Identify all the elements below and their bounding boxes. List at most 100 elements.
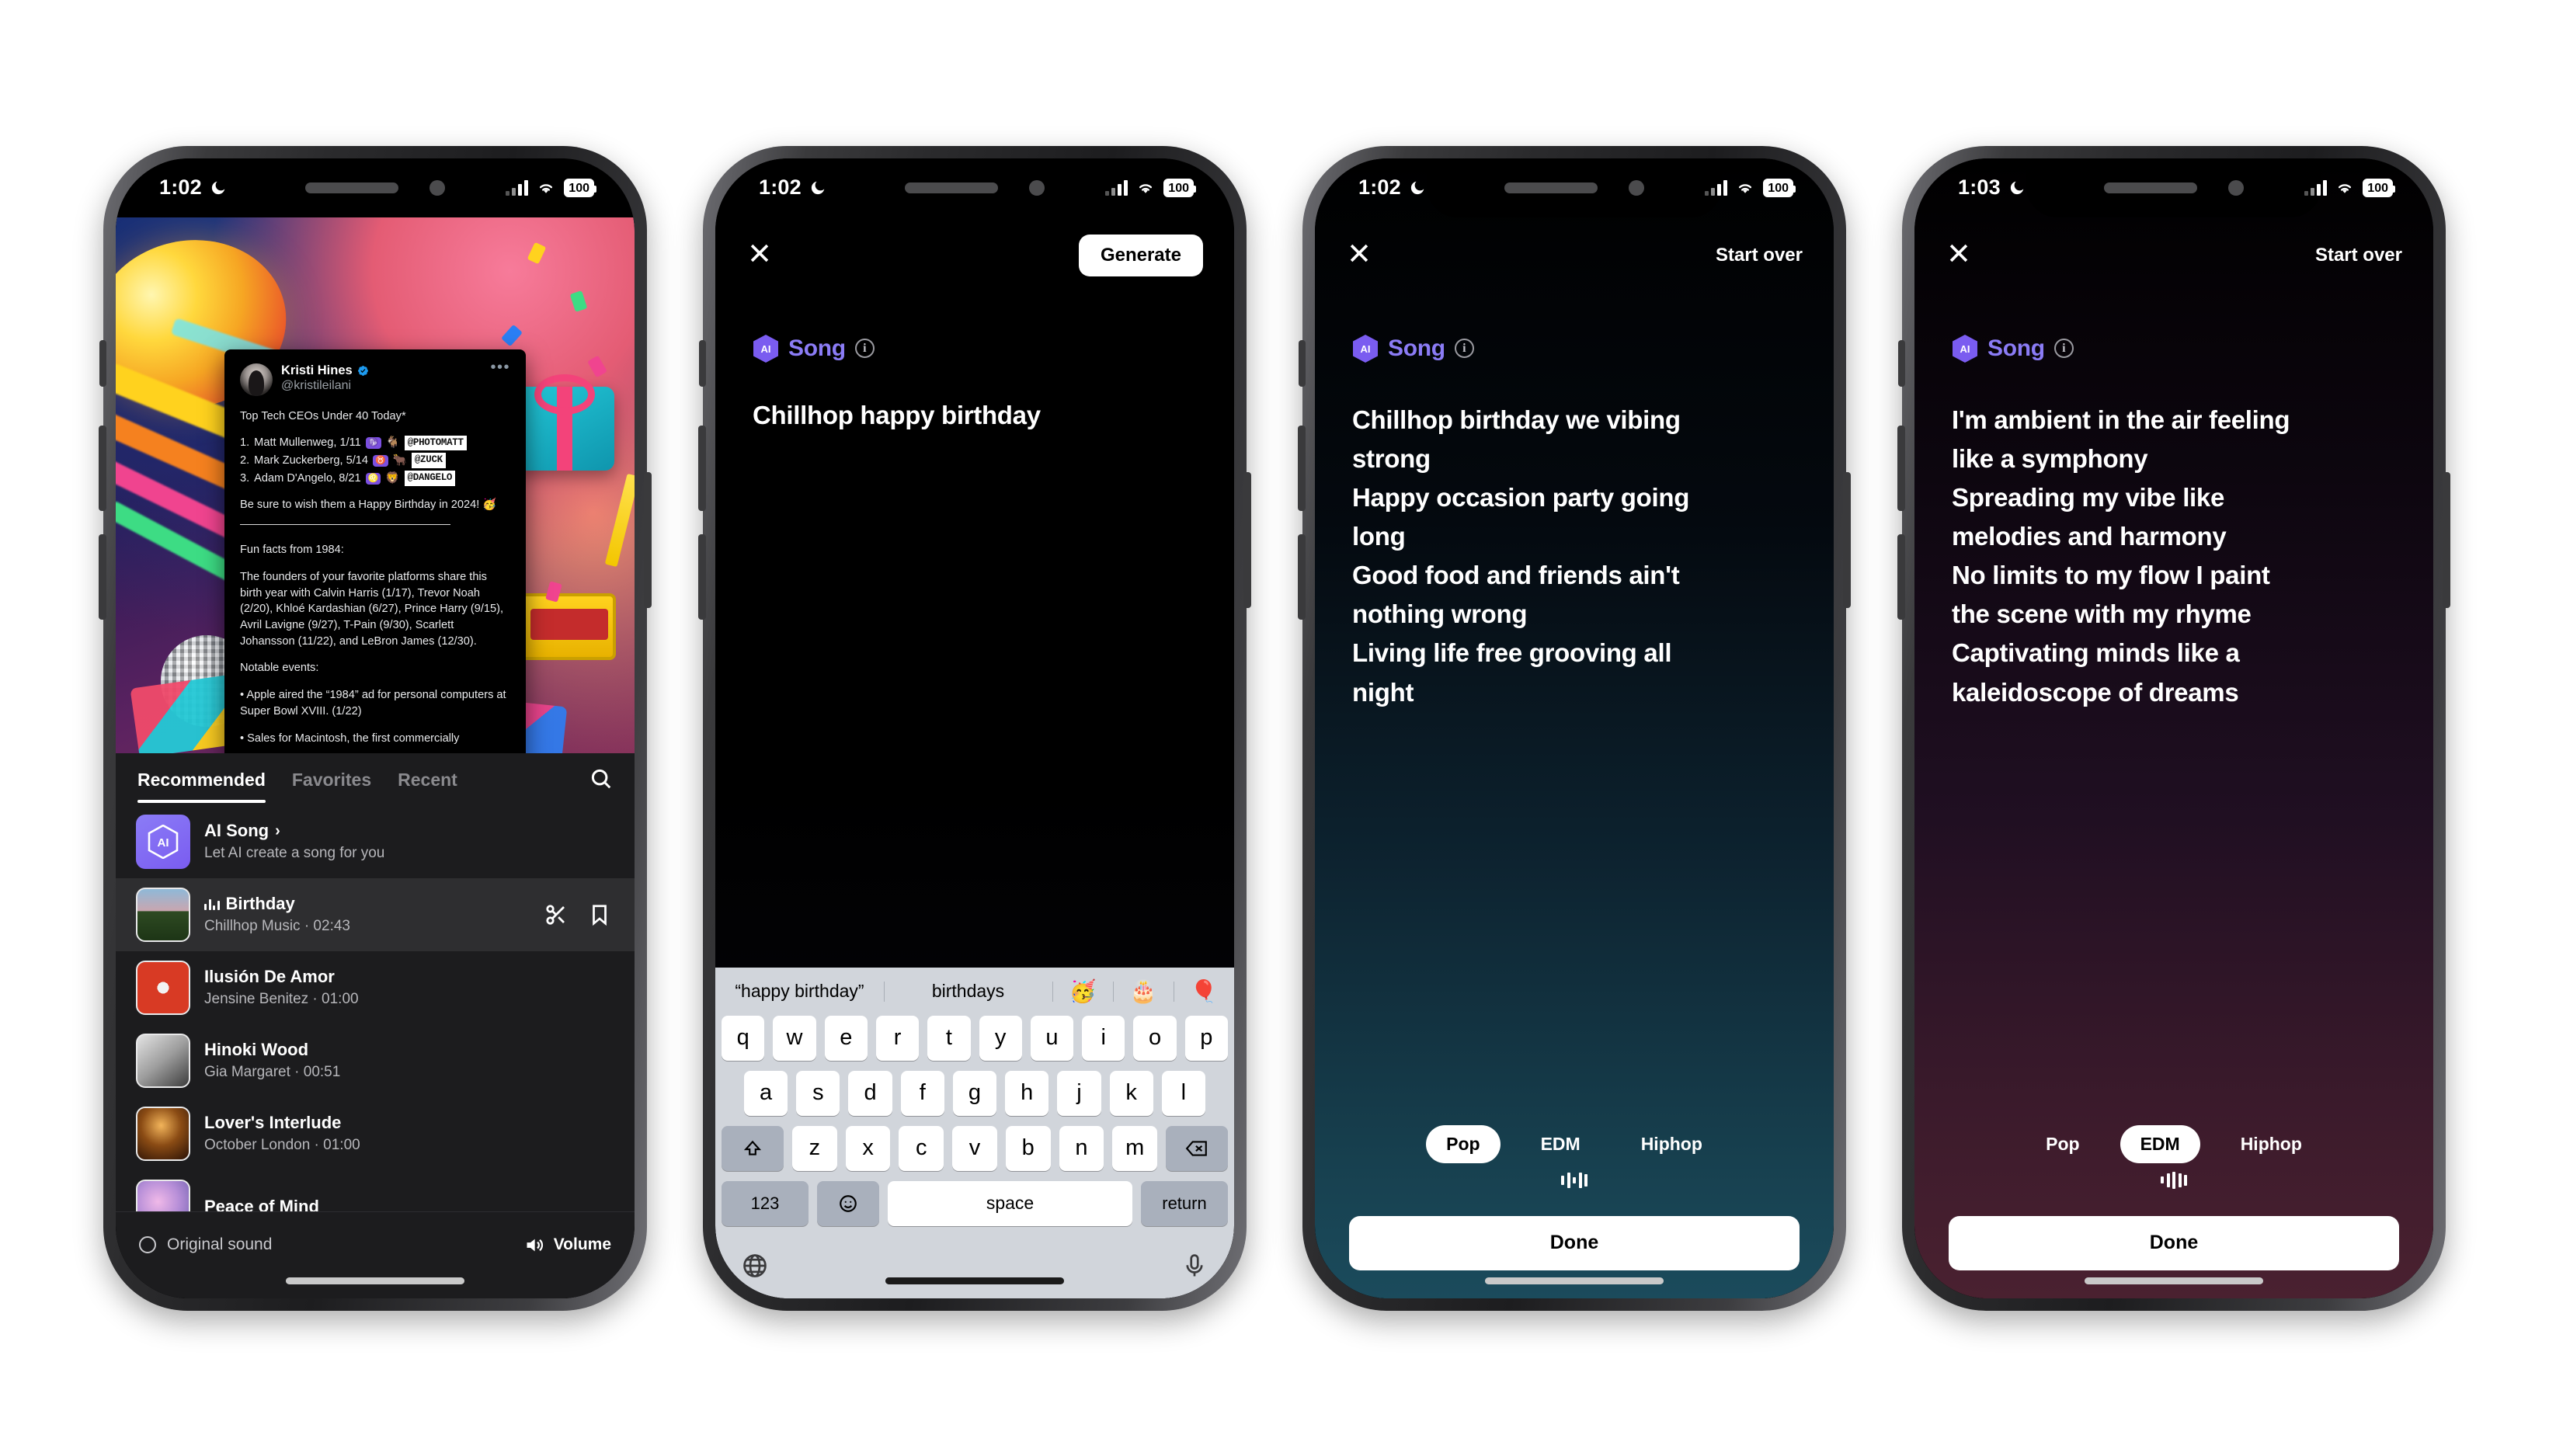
suggestion-1[interactable]: “happy birthday” — [715, 981, 884, 1002]
home-indicator[interactable] — [885, 1277, 1064, 1284]
key-t[interactable]: t — [927, 1015, 971, 1061]
ai-hexagon-icon: AI — [1953, 334, 1977, 363]
done-button[interactable]: Done — [1349, 1215, 1800, 1270]
tab-recommended[interactable]: Recommended — [137, 770, 266, 803]
search-icon[interactable] — [589, 767, 613, 805]
key-c[interactable]: c — [899, 1125, 944, 1171]
lyric-line: Chillhop birthday we vibing — [1352, 405, 1681, 434]
tab-recent[interactable]: Recent — [398, 770, 457, 803]
emoji-suggestion-2[interactable]: 🎂 — [1113, 978, 1174, 1004]
key-v[interactable]: v — [952, 1125, 997, 1171]
power-button[interactable] — [1243, 471, 1251, 608]
key-n[interactable]: n — [1059, 1125, 1104, 1171]
info-circle-icon[interactable]: i — [854, 339, 875, 358]
done-button[interactable]: Done — [1949, 1215, 2399, 1270]
animal-emoji: 🐂 — [392, 453, 407, 467]
more-options-icon[interactable]: ••• — [490, 360, 510, 375]
key-w[interactable]: w — [773, 1015, 816, 1061]
mute-switch[interactable] — [699, 339, 706, 387]
key-j[interactable]: j — [1057, 1070, 1101, 1116]
close-icon[interactable] — [1946, 240, 1972, 270]
key-m[interactable]: m — [1112, 1125, 1158, 1171]
genre-pop[interactable]: Pop — [1426, 1124, 1501, 1163]
key-k[interactable]: k — [1109, 1070, 1153, 1116]
list-item-lovers-interlude[interactable]: Lover's Interlude October London · 01:00 — [116, 1097, 635, 1170]
genre-hiphop[interactable]: Hiphop — [2220, 1125, 2322, 1163]
key-z[interactable]: z — [791, 1125, 837, 1171]
info-circle-icon[interactable]: i — [2053, 339, 2074, 358]
shift-key-icon[interactable] — [721, 1125, 784, 1171]
power-button[interactable] — [644, 471, 652, 608]
emoji-suggestion-1[interactable]: 🥳 — [1052, 978, 1113, 1004]
mute-switch[interactable] — [99, 339, 106, 387]
emoji-key-icon[interactable] — [817, 1180, 879, 1226]
genre-edm[interactable]: EDM — [2120, 1124, 2200, 1163]
microphone-icon[interactable] — [1181, 1253, 1208, 1283]
key-p[interactable]: p — [1184, 1015, 1228, 1061]
close-icon[interactable] — [746, 240, 773, 270]
key-b[interactable]: b — [1005, 1125, 1051, 1171]
generate-button[interactable]: Generate — [1078, 234, 1203, 276]
start-over-button[interactable]: Start over — [1716, 245, 1803, 266]
home-indicator[interactable] — [1485, 1277, 1664, 1284]
key-l[interactable]: l — [1161, 1070, 1205, 1116]
globe-key-icon[interactable] — [742, 1253, 768, 1283]
key-f[interactable]: f — [900, 1070, 944, 1116]
key-s[interactable]: s — [796, 1070, 840, 1116]
key-r[interactable]: r — [875, 1015, 920, 1061]
numbers-key[interactable]: 123 — [722, 1180, 809, 1226]
key-h[interactable]: h — [1005, 1070, 1049, 1116]
start-over-button[interactable]: Start over — [2315, 245, 2402, 266]
genre-edm[interactable]: EDM — [1521, 1125, 1601, 1163]
list-item-peace-of-mind[interactable]: Peace of Mind — [116, 1170, 635, 1212]
key-x[interactable]: x — [845, 1125, 891, 1171]
list-item-birthday[interactable]: Birthday Chillhop Music · 02:43 — [116, 877, 635, 951]
original-sound-toggle[interactable]: Original sound — [139, 1235, 272, 1254]
key-q[interactable]: q — [722, 1015, 765, 1061]
volume-down-button[interactable] — [698, 533, 706, 620]
suggestion-2[interactable]: birthdays — [884, 981, 1052, 1002]
video-preview[interactable]: Kristi Hines @kristileilani ••• Top Tech… — [116, 217, 635, 753]
prompt-input[interactable]: Chillhop happy birthday — [715, 363, 1234, 430]
key-e[interactable]: e — [824, 1015, 868, 1061]
key-o[interactable]: o — [1133, 1015, 1177, 1061]
genre-hiphop[interactable]: Hiphop — [1621, 1125, 1723, 1163]
lyric-line: Happy occasion party going — [1352, 482, 1690, 512]
volume-down-button[interactable] — [99, 533, 106, 620]
key-a[interactable]: a — [744, 1070, 788, 1116]
backspace-key-icon[interactable] — [1166, 1125, 1229, 1171]
bookmark-icon[interactable] — [588, 903, 611, 926]
info-circle-icon[interactable]: i — [1454, 339, 1474, 358]
lyric-line: melodies and harmony — [1952, 521, 2227, 551]
volume-button[interactable]: Volume — [523, 1235, 611, 1256]
list-item-ilusion-de-amor[interactable]: Ilusión De Amor Jensine Benitez · 01:00 — [116, 951, 635, 1024]
volume-up-button[interactable] — [698, 425, 706, 511]
tab-favorites[interactable]: Favorites — [292, 770, 371, 803]
home-indicator[interactable] — [2085, 1277, 2263, 1284]
key-d[interactable]: d — [848, 1070, 892, 1116]
power-button[interactable] — [1843, 471, 1851, 608]
power-button[interactable] — [2443, 471, 2450, 608]
volume-up-button[interactable] — [99, 425, 106, 511]
list-item-ai-song[interactable]: AI AI Song › Let AI create a song for yo… — [116, 805, 635, 878]
key-g[interactable]: g — [952, 1070, 997, 1116]
list-item-hinoki-wood[interactable]: Hinoki Wood Gia Margaret · 00:51 — [116, 1024, 635, 1097]
space-key[interactable]: space — [888, 1180, 1132, 1226]
genre-selector: Pop EDM Hiphop — [1914, 1124, 2433, 1163]
genre-pop[interactable]: Pop — [2026, 1125, 2099, 1163]
volume-up-button[interactable] — [1897, 425, 1905, 511]
key-i[interactable]: i — [1082, 1015, 1125, 1061]
key-u[interactable]: u — [1030, 1015, 1074, 1061]
volume-down-button[interactable] — [1897, 533, 1905, 620]
home-indicator[interactable] — [286, 1277, 464, 1284]
scissors-icon[interactable] — [544, 903, 568, 926]
volume-down-button[interactable] — [1298, 533, 1306, 620]
volume-up-button[interactable] — [1298, 425, 1306, 511]
keyboard-row-3: z x c v b n m — [715, 1125, 1234, 1171]
close-icon[interactable] — [1346, 240, 1372, 270]
return-key[interactable]: return — [1141, 1180, 1228, 1226]
emoji-suggestion-3[interactable]: 🎈 — [1174, 978, 1234, 1004]
key-y[interactable]: y — [979, 1015, 1022, 1061]
mute-switch[interactable] — [1898, 339, 1905, 387]
mute-switch[interactable] — [1299, 339, 1306, 387]
